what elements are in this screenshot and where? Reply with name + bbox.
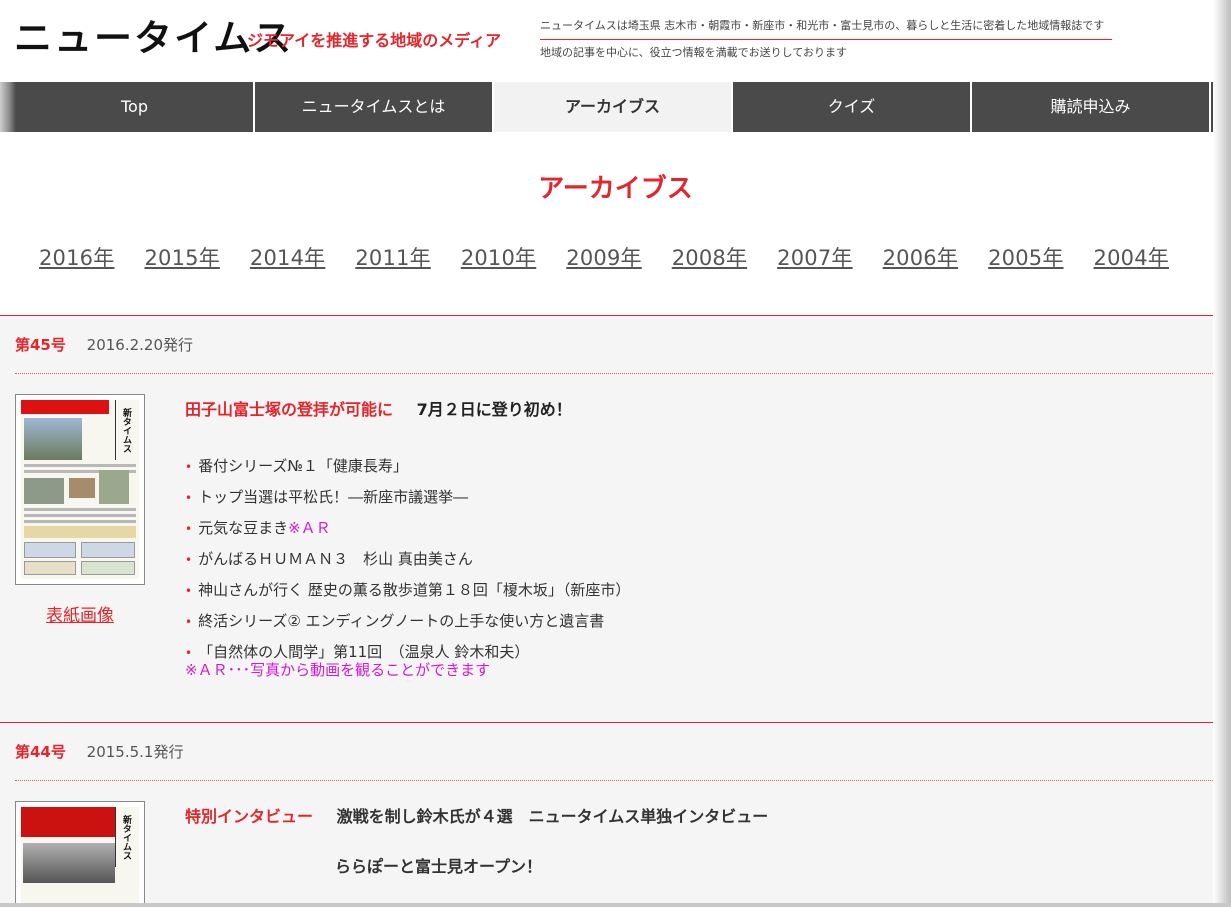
nav-item-archives[interactable]: アーカイブス <box>494 82 733 132</box>
cover-ad <box>24 561 76 575</box>
bullet-icon: • <box>185 553 193 567</box>
site-tagline: ジモアイを推進する地域のメディア <box>247 31 502 50</box>
cover-text-line <box>24 508 136 511</box>
cover-headline-bar <box>21 400 109 414</box>
list-item: • がんばるＨＵＭＡＮ３ 杉山 真由美さん <box>185 544 630 575</box>
headline-black: 7月２日に登り初め！ <box>416 400 572 419</box>
cover-ad <box>81 561 135 575</box>
article-list: • 番付シリーズ№１「健康長寿」 • トップ当選は平松氏！―新座市議選挙― • 元気な… <box>185 451 630 668</box>
list-item: • トップ当選は平松氏！―新座市議選挙― <box>185 482 630 513</box>
issue-section-44: 第44号 2015.5.1発行 新タイムス 特別インタビュー 激戦を制し鈴木氏が… <box>0 722 1231 907</box>
issue-number: 第44号 <box>15 743 66 761</box>
cover-photo <box>69 478 95 498</box>
ar-marker: ※ＡＲ <box>288 519 331 537</box>
nav-item-subscribe[interactable]: 購読申込み <box>972 82 1211 132</box>
list-item: • 元気な豆まき※ＡＲ <box>185 513 630 544</box>
cover-image: 新タイムス <box>21 400 139 579</box>
cover-ad <box>24 542 76 558</box>
issue-header: 第44号 2015.5.1発行 <box>15 741 183 762</box>
page-title: アーカイブス <box>538 174 693 204</box>
issue-header: 第45号 2016.2.20発行 <box>15 334 193 355</box>
year-link-2007[interactable]: 2007年 <box>777 242 852 272</box>
issue-section-45: 第45号 2016.2.20発行 新タイムス 表紙画像 田子山富士塚の登拝が可能… <box>0 315 1231 722</box>
cover-text-line <box>24 514 136 517</box>
main-nav: Top ニュータイムスとは アーカイブス クイズ 購読申込み <box>0 82 1231 132</box>
list-item-text: がんばるＨＵＭＡＮ３ 杉山 真由美さん <box>198 550 473 568</box>
nav-item-about[interactable]: ニュータイムスとは <box>255 82 494 132</box>
cover-photo <box>24 478 64 504</box>
bullet-icon: • <box>185 615 193 629</box>
year-link-2006[interactable]: 2006年 <box>883 242 958 272</box>
article-headline: 田子山富士塚の登拝が可能に 7月２日に登り初め！ <box>185 396 572 420</box>
dotted-divider <box>15 373 1215 374</box>
article-headline: 特別インタビュー 激戦を制し鈴木氏が４選 ニュータイムス単独インタビュー <box>185 803 768 827</box>
list-item-text: 元気な豆まき <box>198 519 289 537</box>
issue-number: 第45号 <box>15 336 66 354</box>
list-item: • 番付シリーズ№１「健康長寿」 <box>185 451 630 482</box>
cover-newspaper-logo: 新タイムス <box>115 807 137 867</box>
issue-date: 2015.5.1発行 <box>86 743 184 761</box>
year-link-2009[interactable]: 2009年 <box>566 242 641 272</box>
ar-note: ※ＡＲ･･･写真から動画を観ることができます <box>185 661 491 679</box>
cover-text-line <box>24 464 136 467</box>
window-frame-bottom <box>0 903 1231 907</box>
year-link-2008[interactable]: 2008年 <box>672 242 747 272</box>
year-link-2004[interactable]: 2004年 <box>1094 242 1169 272</box>
headline-black: 激戦を制し鈴木氏が４選 ニュータイムス単独インタビュー <box>336 807 769 826</box>
year-link-2016[interactable]: 2016年 <box>39 242 114 272</box>
dotted-divider <box>15 780 1215 781</box>
cover-headline-bar <box>21 807 115 837</box>
bullet-icon: • <box>185 491 193 505</box>
site-description-line2: 地域の記事を中心に、役立つ情報を満載でお送りしております <box>540 46 848 59</box>
list-item-text: 神山さんが行く 歴史の薫る散歩道第１８回「榎木坂」（新座市） <box>198 581 631 599</box>
cover-thumbnail[interactable]: 新タイムス <box>15 394 145 585</box>
cover-text-line <box>24 520 136 523</box>
site-header: ニュータイムス ジモアイを推進する地域のメディア ニュータイムスは埼玉県 志木市… <box>0 0 1231 82</box>
year-link-2015[interactable]: 2015年 <box>144 242 219 272</box>
nav-item-top[interactable]: Top <box>16 82 255 132</box>
cover-image: 新タイムス <box>21 807 139 907</box>
window-frame-right <box>1213 0 1231 907</box>
headline-red: 田子山富士塚の登拝が可能に <box>185 400 394 419</box>
year-link-2010[interactable]: 2010年 <box>461 242 536 272</box>
cover-thumbnail[interactable]: 新タイムス <box>15 801 145 907</box>
list-item: • 終活シリーズ② エンディングノートの上手な使い方と遺言書 <box>185 606 630 637</box>
cover-photo <box>99 470 129 504</box>
cover-ad <box>81 542 135 558</box>
nav-edge-decoration <box>0 82 16 132</box>
cover-banner <box>24 526 136 538</box>
bullet-icon: • <box>185 646 193 660</box>
nav-item-quiz[interactable]: クイズ <box>733 82 972 132</box>
bullet-icon: • <box>185 522 193 536</box>
bullet-icon: • <box>185 584 193 598</box>
cover-photo <box>23 843 115 883</box>
headline-red: 特別インタビュー <box>185 807 314 826</box>
cover-photo <box>24 418 82 460</box>
year-link-2011[interactable]: 2011年 <box>355 242 430 272</box>
list-item: • 神山さんが行く 歴史の薫る散歩道第１８回「榎木坂」（新座市） <box>185 575 630 606</box>
cover-image-link[interactable]: 表紙画像 <box>46 601 114 626</box>
site-description-line1: ニュータイムスは埼玉県 志木市・朝霞市・新座市・和光市・富士見市の、暮らしと生活… <box>540 17 1112 40</box>
cover-newspaper-logo: 新タイムス <box>115 400 137 460</box>
year-links: 2016年 2015年 2014年 2011年 2010年 2009年 2008… <box>39 242 1199 272</box>
list-item-text: 番付シリーズ№１「健康長寿」 <box>198 457 408 475</box>
issue-date: 2016.2.20発行 <box>86 336 193 354</box>
year-link-2005[interactable]: 2005年 <box>988 242 1063 272</box>
list-item-text: トップ当選は平松氏！―新座市議選挙― <box>198 488 469 506</box>
year-link-2014[interactable]: 2014年 <box>250 242 325 272</box>
list-item-text: 終活シリーズ② エンディングノートの上手な使い方と遺言書 <box>198 612 605 630</box>
article-subheadline: ららぽーと富士見オープン！ <box>335 857 543 876</box>
bullet-icon: • <box>185 460 193 474</box>
